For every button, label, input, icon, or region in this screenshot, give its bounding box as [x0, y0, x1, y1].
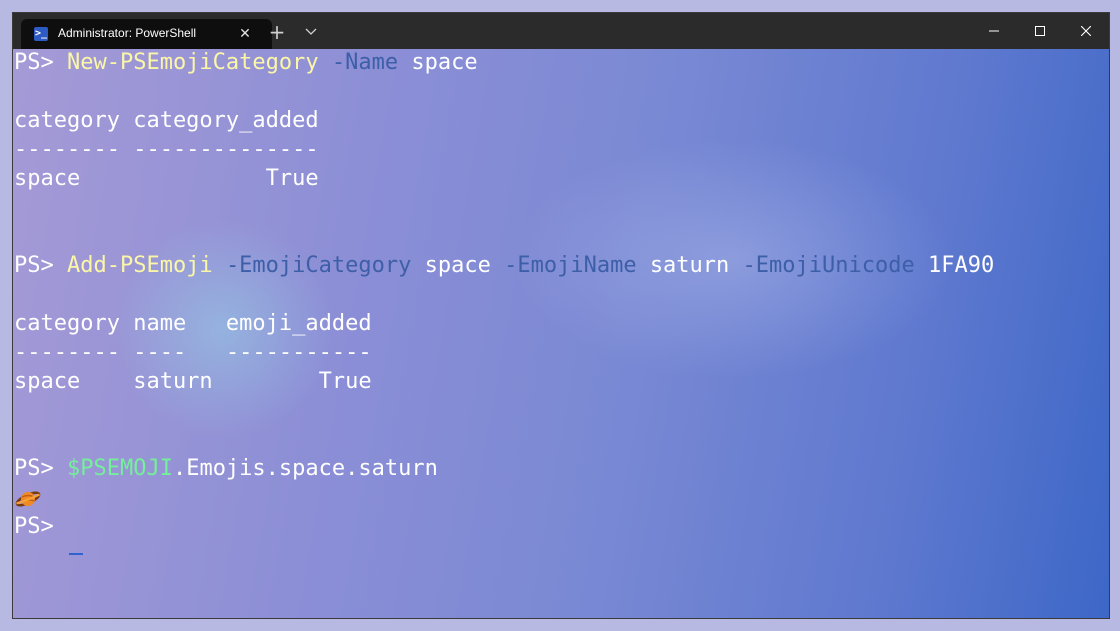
- argument-value: saturn: [649, 253, 730, 278]
- table-divider-2: -------- ---- -----------: [14, 340, 372, 365]
- command-name: Add-PSEmoji: [66, 253, 213, 278]
- title-bar: >_ Administrator: PowerShell ✕ +: [13, 13, 1109, 49]
- tab-title: Administrator: PowerShell: [58, 26, 197, 40]
- table-header-2: category name emoji_added: [14, 311, 372, 336]
- command-line-1: PS> New-PSEmojiCategory -Name space: [14, 49, 478, 77]
- maximize-icon: [1035, 26, 1045, 36]
- argument-value: space: [411, 50, 478, 75]
- prompt: PS>: [14, 514, 67, 539]
- variable-name: $PSEMOJI: [66, 456, 173, 481]
- prompt: PS>: [14, 456, 67, 481]
- dropdown-button[interactable]: [299, 19, 323, 45]
- parameter-name: -EmojiName: [504, 253, 637, 278]
- command-line-2: PS> Add-PSEmoji -EmojiCategory space -Em…: [14, 252, 994, 280]
- command-name: New-PSEmojiCategory: [66, 50, 319, 75]
- close-button[interactable]: [1063, 13, 1109, 49]
- close-icon: [1081, 26, 1091, 36]
- plus-icon: +: [268, 20, 286, 44]
- argument-value: 1FA90: [927, 253, 995, 278]
- chevron-down-icon: [305, 28, 317, 35]
- tab-close-icon[interactable]: ✕: [235, 24, 255, 44]
- terminal-output[interactable]: PS> New-PSEmojiCategory -Name space cate…: [13, 49, 1109, 618]
- parameter-name: -EmojiCategory: [225, 253, 412, 278]
- member-access: .Emojis.space.saturn: [172, 456, 438, 481]
- minimize-button[interactable]: [971, 13, 1017, 49]
- terminal-window: >_ Administrator: PowerShell ✕ + PS> New…: [12, 12, 1110, 619]
- table-divider-1: -------- --------------: [14, 137, 319, 162]
- prompt: PS>: [14, 50, 67, 75]
- table-row-1: space True: [14, 166, 319, 191]
- parameter-name: -EmojiUnicode: [742, 253, 915, 278]
- table-header-1: category category_added: [14, 108, 319, 133]
- minimize-icon: [989, 30, 999, 32]
- text-cursor: [69, 553, 83, 555]
- tab-powershell[interactable]: >_ Administrator: PowerShell ✕: [21, 19, 272, 49]
- new-tab-button[interactable]: +: [265, 19, 289, 45]
- command-line-3: PS> $PSEMOJI.Emojis.space.saturn: [14, 455, 438, 483]
- powershell-icon: >_: [34, 27, 48, 41]
- argument-value: space: [424, 253, 491, 278]
- saturn-emoji-icon: [15, 491, 41, 507]
- parameter-name: -Name: [331, 50, 399, 75]
- maximize-button[interactable]: [1017, 13, 1063, 49]
- command-line-4: PS>: [14, 513, 67, 541]
- prompt: PS>: [14, 253, 67, 278]
- table-row-2: space saturn True: [14, 369, 372, 394]
